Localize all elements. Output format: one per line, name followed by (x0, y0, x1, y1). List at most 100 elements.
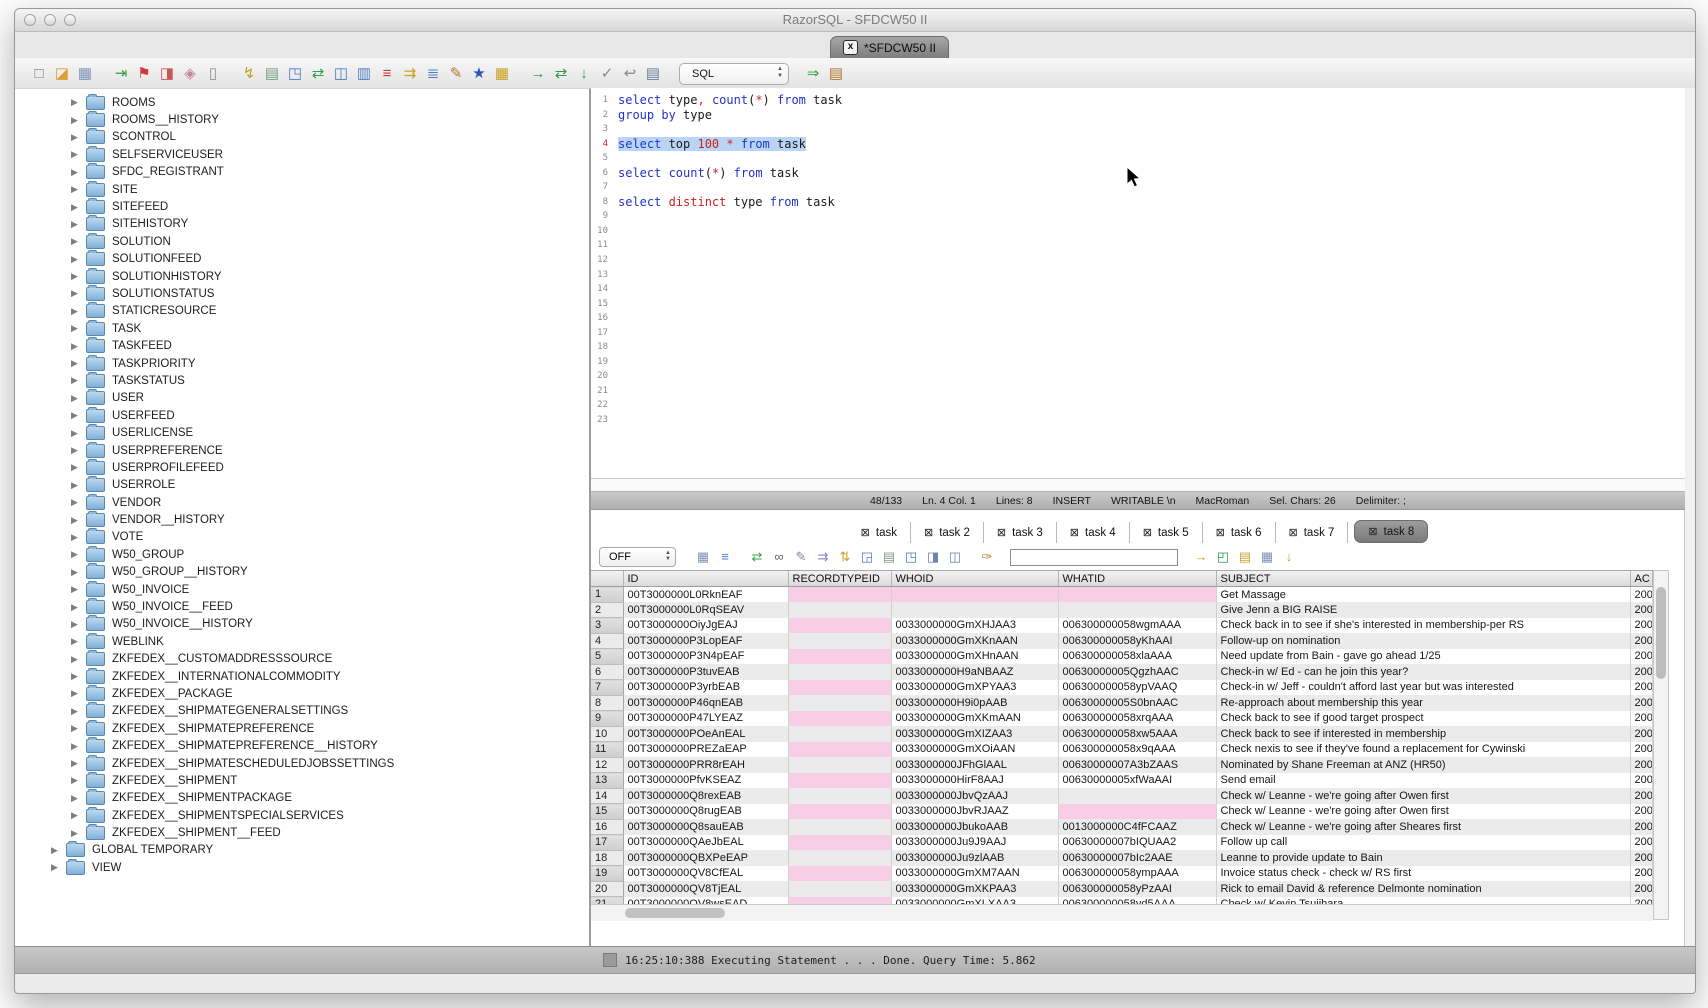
table-cell[interactable]: 00T3000000Q8sauEAB (623, 819, 788, 835)
column-header-subject[interactable]: SUBJECT (1216, 571, 1630, 587)
row-number[interactable]: 19 (591, 866, 623, 882)
table-cell[interactable]: 0033000000JbvRJAAZ (891, 804, 1058, 820)
tree-item-scontrol[interactable]: ▶SCONTROL (15, 129, 589, 146)
expand-arrow-icon[interactable]: ▶ (71, 480, 86, 491)
tree-item-userfeed[interactable]: ▶USERFEED (15, 407, 589, 424)
tree-item-sitehistory[interactable]: ▶SITEHISTORY (15, 216, 589, 233)
results-list-icon[interactable]: ▤ (826, 64, 846, 84)
code-line[interactable] (618, 297, 1685, 312)
code-line[interactable] (618, 340, 1685, 355)
table-cell[interactable]: Rick to email David & reference Delmonte… (1216, 881, 1630, 897)
table-cell[interactable] (788, 881, 891, 897)
sql-editor[interactable]: 1234567891011121314151617181920212223 se… (591, 88, 1685, 478)
expand-arrow-icon[interactable]: ▶ (71, 636, 86, 647)
row-number[interactable]: 5 (591, 649, 623, 665)
row-number[interactable]: 10 (591, 726, 623, 742)
refresh-tables-icon[interactable]: ⇄ (308, 64, 328, 84)
table-cell[interactable]: 200 (1630, 664, 1653, 680)
new-connection-icon[interactable]: ◈ (180, 64, 200, 84)
table-cell[interactable] (788, 866, 891, 882)
table-cell[interactable]: Check w/ Leanne - we're going after Shea… (1216, 819, 1630, 835)
table-cell[interactable] (788, 711, 891, 727)
table-cell[interactable]: 200 (1630, 695, 1653, 711)
table-cell[interactable] (788, 726, 891, 742)
table-cell[interactable] (1058, 788, 1216, 804)
table-cell[interactable]: 200 (1630, 633, 1653, 649)
open-folder-icon[interactable]: ◪ (52, 64, 72, 84)
result-tab-task-5[interactable]: ⊠task 5 (1130, 522, 1203, 543)
tree-item-sfdc_registrant[interactable]: ▶SFDC_REGISTRANT (15, 164, 589, 181)
connect-icon[interactable]: ⇥ (111, 64, 131, 84)
edit-sql-window-icon[interactable]: ≡ (716, 548, 734, 566)
table-cell[interactable]: 00T3000000P46qnEAB (623, 695, 788, 711)
results-search-input[interactable] (1010, 549, 1178, 566)
row-number[interactable]: 3 (591, 618, 623, 634)
row-number[interactable]: 7 (591, 680, 623, 696)
table-cell[interactable]: 0033000000GmXHnAAN (891, 649, 1058, 665)
tree-item-taskstatus[interactable]: ▶TASKSTATUS (15, 372, 589, 389)
expand-arrow-icon[interactable]: ▶ (71, 97, 86, 108)
go-arrow-icon[interactable]: → (1192, 548, 1210, 566)
expand-arrow-icon[interactable]: ▶ (71, 775, 86, 786)
database-icon[interactable]: ▯ (203, 64, 223, 84)
expand-arrow-icon[interactable]: ▶ (71, 584, 86, 595)
close-tab-icon[interactable]: x (843, 40, 858, 55)
table-cell[interactable] (788, 819, 891, 835)
tree-item-zkfedex__shipmatepreference[interactable]: ▶ZKFEDEX__SHIPMATEPREFERENCE (15, 720, 589, 737)
table-cell[interactable]: 006300000058wgmAAA (1058, 618, 1216, 634)
describe-form-icon[interactable]: ▤ (262, 64, 282, 84)
code-line[interactable] (618, 253, 1685, 268)
tree-item-zkfedex__shipment__feed[interactable]: ▶ZKFEDEX__SHIPMENT__FEED (15, 824, 589, 841)
tree-item-rooms[interactable]: ▶ROOMS (15, 94, 589, 111)
tree-item-zkfedex__shipmatescheduledjobssettings[interactable]: ▶ZKFEDEX__SHIPMATESCHEDULEDJOBSSETTINGS (15, 755, 589, 772)
tree-item-zkfedex__shipmentspecialservices[interactable]: ▶ZKFEDEX__SHIPMENTSPECIALSERVICES (15, 807, 589, 824)
table-cell[interactable]: 00T3000000OiyJgEAJ (623, 618, 788, 634)
table-cell[interactable]: Give Jenn a BIG RAISE (1216, 602, 1630, 618)
expand-arrow-icon[interactable]: ▶ (71, 341, 86, 352)
expand-arrow-icon[interactable]: ▶ (71, 236, 86, 247)
code-line[interactable] (618, 151, 1685, 166)
notes-icon[interactable]: ◫ (331, 64, 351, 84)
tree-item-solution[interactable]: ▶SOLUTION (15, 233, 589, 250)
table-cell[interactable]: Get Massage (1216, 587, 1630, 603)
row-number[interactable]: 20 (591, 881, 623, 897)
tree-item-user[interactable]: ▶USER (15, 390, 589, 407)
expand-arrow-icon[interactable]: ▶ (71, 741, 86, 752)
expand-arrow-icon[interactable]: ▶ (71, 306, 86, 317)
table-cell[interactable]: 00T3000000PfvKSEAZ (623, 773, 788, 789)
row-number[interactable]: 1 (591, 587, 623, 603)
tree-item-taskpriority[interactable]: ▶TASKPRIORITY (15, 355, 589, 372)
row-number[interactable]: 9 (591, 711, 623, 727)
expand-arrow-icon[interactable]: ▶ (71, 706, 86, 717)
expand-arrow-icon[interactable]: ▶ (71, 167, 86, 178)
horizontal-scroll-thumb[interactable] (625, 908, 725, 918)
tree-item-w50_invoice__history[interactable]: ▶W50_INVOICE__HISTORY (15, 616, 589, 633)
edit-cell-icon[interactable]: ✎ (792, 548, 810, 566)
close-result-tab-icon[interactable]: ⊠ (1070, 526, 1079, 539)
expand-arrow-icon[interactable]: ▶ (71, 828, 86, 839)
expand-arrow-icon[interactable]: ▶ (71, 654, 86, 665)
table-cell[interactable]: 200 (1630, 680, 1653, 696)
table-cell[interactable]: 0033000000GmXKmAAN (891, 711, 1058, 727)
table-cell[interactable]: 200 (1630, 602, 1653, 618)
table-cell[interactable] (788, 757, 891, 773)
table-cell[interactable]: 200 (1630, 587, 1653, 603)
expand-arrow-icon[interactable]: ▶ (71, 323, 86, 334)
reference-book-icon[interactable]: ▥ (354, 64, 374, 84)
expand-arrow-icon[interactable]: ▶ (71, 793, 86, 804)
table-cell[interactable]: 00T3000000POeAnEAL (623, 726, 788, 742)
result-tab-task-8[interactable]: ⊠task 8 (1354, 520, 1428, 543)
table-cell[interactable]: 00T3000000QV8CfEAL (623, 866, 788, 882)
table-cell[interactable]: 200 (1630, 866, 1653, 882)
table-cell[interactable]: 0033000000H9aNBAAZ (891, 664, 1058, 680)
table-cell[interactable]: 0013000000C4fFCAAZ (1058, 819, 1216, 835)
expand-arrow-icon[interactable]: ▶ (71, 132, 86, 143)
code-line[interactable] (618, 413, 1685, 428)
table-cell[interactable]: 00T3000000QAeJbEAL (623, 835, 788, 851)
table-cell[interactable]: 0033000000HirF8AAJ (891, 773, 1058, 789)
row-number[interactable]: 6 (591, 664, 623, 680)
tree-item-w50_group[interactable]: ▶W50_GROUP (15, 546, 589, 563)
column-header-whoid[interactable]: WHOID (891, 571, 1058, 587)
table-cell[interactable]: 200 (1630, 850, 1653, 866)
result-tab-task[interactable]: ⊠task (848, 522, 911, 543)
